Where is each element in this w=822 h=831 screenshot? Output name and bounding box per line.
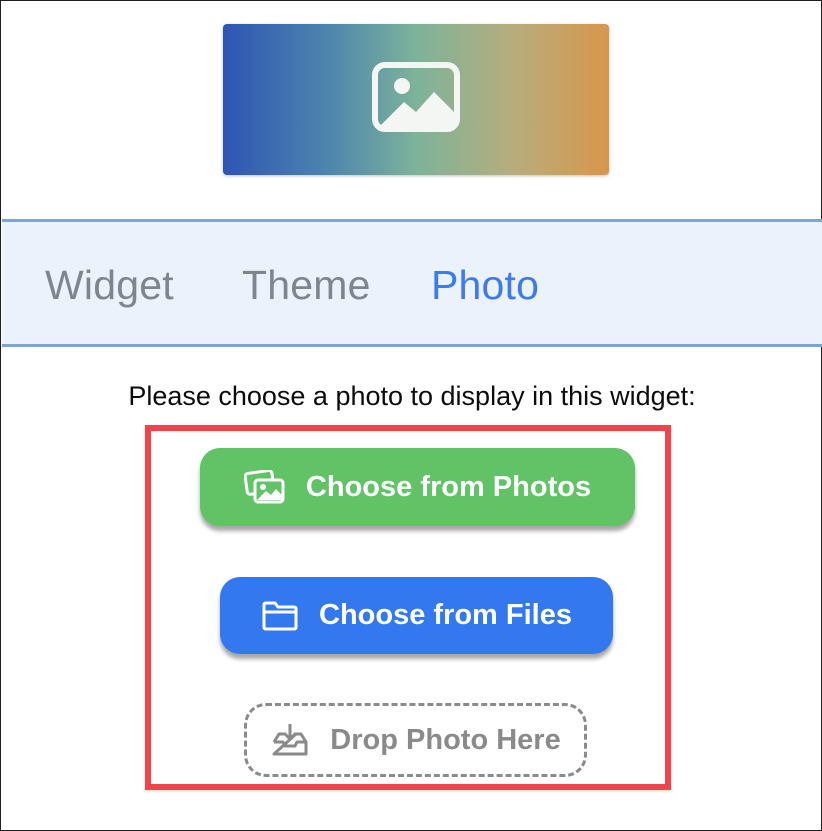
drop-photo-label: Drop Photo Here bbox=[330, 723, 561, 756]
drop-photo-zone[interactable]: Drop Photo Here bbox=[244, 703, 587, 777]
tab-widget[interactable]: Widget bbox=[45, 259, 174, 311]
tab-bar: Widget Theme Photo bbox=[2, 219, 822, 347]
photo-prompt: Please choose a photo to display in this… bbox=[128, 381, 696, 411]
tab-theme[interactable]: Theme bbox=[242, 259, 371, 311]
choose-from-files-button[interactable]: Choose from Files bbox=[220, 577, 613, 654]
widget-settings-window: Widget Theme Photo Please choose a photo… bbox=[0, 0, 822, 831]
choose-from-files-label: Choose from Files bbox=[319, 599, 572, 631]
folder-icon bbox=[261, 600, 299, 632]
photos-stack-icon bbox=[243, 470, 286, 504]
photo-preview bbox=[223, 24, 609, 175]
choose-from-photos-button[interactable]: Choose from Photos bbox=[200, 448, 635, 526]
tab-photo[interactable]: Photo bbox=[431, 259, 539, 311]
image-icon bbox=[372, 62, 460, 137]
choose-from-photos-label: Choose from Photos bbox=[305, 470, 592, 503]
tray-download-icon bbox=[270, 722, 310, 758]
